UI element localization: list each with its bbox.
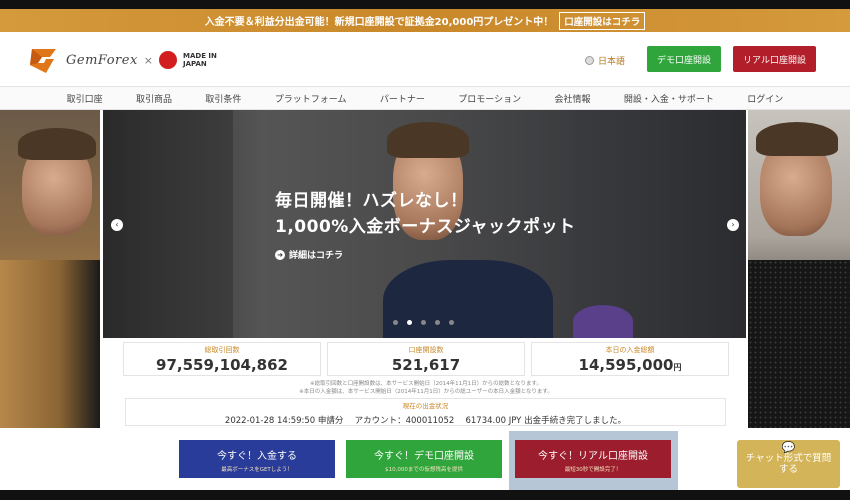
hero-person-body	[383, 260, 553, 338]
carousel-dot-1[interactable]	[393, 320, 398, 325]
withdrawal-status-title: 現在の出金状況	[402, 402, 449, 410]
chat-label-line2: する	[778, 464, 798, 475]
open-demo-now-label: 今すぐ！デモ口座開設	[374, 451, 474, 462]
hero-carousel[interactable]: 毎日開催！ハズレなし！ 1,000%入金ボーナスジャックポット ➜ 詳細はコチラ…	[103, 110, 746, 338]
chat-label-line1: チャット形式で質問	[745, 453, 832, 464]
open-real-now-button[interactable]: 今すぐ！リアル口座開設 最短30秒で開設完了！	[515, 440, 671, 478]
stats-note-2: ※本日の入金額は、本サービス開始日（2014年11月1日）からの総ユーザーの本日…	[299, 389, 553, 395]
stat-deposit-value: 14,595,000	[578, 356, 674, 374]
gemforex-logo-icon	[28, 45, 60, 75]
stat-today-deposit: 本日の入金総額 14,595,000円	[531, 342, 729, 376]
made-in-japan-label: MADE IN JAPAN	[183, 52, 217, 68]
hero-person-hair	[387, 122, 469, 158]
carousel-dots	[393, 320, 454, 325]
stats-note-1: ※総取引回数と口座開設数は、本サービス開始日（2014年11月1日）からの総数と…	[310, 381, 542, 387]
stats-row: 総取引回数 97,559,104,862 口座開設数 521,617 本日の入金…	[123, 342, 729, 376]
carousel-dot-5[interactable]	[449, 320, 454, 325]
nav-item-promotion[interactable]: プロモーション	[458, 92, 521, 105]
stat-accounts-opened: 口座開設数 521,617	[327, 342, 525, 376]
bottom-cta-bar: 今すぐ！入金する 最高ボーナスをGETしよう！ 今すぐ！デモ口座開設 $10,0…	[0, 428, 850, 490]
promo-link[interactable]: 口座開設はコチラ	[559, 11, 646, 30]
page: 入金不要＆利益分出金可能！新規口座開設で証拠金20,000円プレゼント中！ 口座…	[0, 0, 850, 500]
carousel-dot-2[interactable]	[407, 320, 412, 325]
withdrawal-status: 現在の出金状況 2022-01-28 14:59:50 申請分 アカウント：40…	[125, 398, 726, 426]
nav-item-conditions[interactable]: 取引条件	[205, 92, 241, 105]
hero-headline-1: 毎日開催！ハズレなし！	[275, 191, 468, 211]
bottom-border	[0, 490, 850, 500]
demo-account-button[interactable]: デモ口座開設	[647, 46, 721, 72]
open-real-now-label: 今すぐ！リアル口座開設	[538, 451, 648, 462]
language-selector[interactable]: 日本語	[585, 54, 625, 67]
chevron-left-icon[interactable]: ‹	[111, 219, 123, 231]
side-photo-left	[0, 110, 100, 428]
nav-item-platform[interactable]: プラットフォーム	[275, 92, 347, 105]
open-demo-now-sub: $10,000までの仮想残高を提供	[385, 467, 463, 473]
stat-deposit-unit: 円	[673, 363, 682, 372]
nav-item-login[interactable]: ログイン	[747, 92, 783, 105]
chevron-right-icon[interactable]: ›	[727, 219, 739, 231]
open-demo-now-button[interactable]: 今すぐ！デモ口座開設 $10,000までの仮想残高を提供	[346, 440, 502, 478]
stat-accounts-label: 口座開設数	[408, 346, 444, 354]
sweater-right	[748, 260, 850, 428]
globe-icon	[585, 56, 594, 65]
made-in-line1: MADE IN	[183, 52, 217, 60]
top-border	[0, 0, 850, 9]
made-in-line2: JAPAN	[183, 60, 207, 68]
nav-item-support[interactable]: 開設・入金・サポート	[624, 92, 714, 105]
stat-trades-label: 総取引回数	[204, 346, 240, 354]
stat-total-trades: 総取引回数 97,559,104,862	[123, 342, 321, 376]
site-header: GemForex × MADE IN JAPAN 日本語 デモ口座開設 リアル口…	[0, 32, 850, 86]
logo[interactable]: GemForex × MADE IN JAPAN	[28, 45, 217, 75]
hero-flowers	[573, 305, 633, 338]
main-nav: 取引口座 取引商品 取引条件 プラットフォーム パートナー プロモーション 会社…	[0, 86, 850, 110]
chat-bubble-icon: 💬	[781, 441, 796, 454]
deposit-now-sub: 最高ボーナスをGETしよう！	[221, 467, 293, 473]
open-real-now-sub: 最短30秒で開設完了！	[564, 467, 622, 473]
brand-separator: ×	[143, 53, 153, 67]
brand-name: GemForex	[66, 52, 138, 68]
hero-details-link[interactable]: ➜ 詳細はコチラ	[275, 248, 343, 261]
person-hair-left	[18, 128, 96, 160]
nav-item-company[interactable]: 会社情報	[554, 92, 590, 105]
deposit-now-button[interactable]: 今すぐ！入金する 最高ボーナスをGETしよう！	[179, 440, 335, 478]
chat-button[interactable]: 💬 チャット形式で質問 する	[737, 440, 840, 488]
jacket-left	[0, 260, 100, 428]
stat-deposit-value-wrap: 14,595,000円	[532, 356, 728, 374]
arrow-circle-icon: ➜	[275, 249, 285, 260]
japan-flag-icon	[159, 51, 177, 69]
promo-text: 入金不要＆利益分出金可能！新規口座開設で証拠金20,000円プレゼント中！	[204, 17, 554, 28]
person-hair-right	[756, 122, 838, 156]
carousel-dot-3[interactable]	[421, 320, 426, 325]
stat-deposit-label: 本日の入金総額	[605, 346, 655, 354]
language-label: 日本語	[598, 57, 626, 67]
stats-notes: ※総取引回数と口座開設数は、本サービス開始日（2014年11月1日）からの総数と…	[123, 380, 729, 396]
real-account-button[interactable]: リアル口座開設	[733, 46, 816, 72]
nav-item-partner[interactable]: パートナー	[380, 92, 425, 105]
promo-banner[interactable]: 入金不要＆利益分出金可能！新規口座開設で証拠金20,000円プレゼント中！ 口座…	[0, 9, 850, 32]
stat-accounts-value: 521,617	[391, 356, 461, 374]
hero-details-label: 詳細はコチラ	[289, 251, 344, 261]
side-photo-right	[748, 110, 850, 428]
stat-trades-value: 97,559,104,862	[156, 356, 288, 374]
withdrawal-status-text: 2022-01-28 14:59:50 申請分 アカウント：400011052 …	[224, 416, 627, 426]
carousel-dot-4[interactable]	[435, 320, 440, 325]
hero-wall	[573, 110, 746, 338]
nav-item-accounts[interactable]: 取引口座	[67, 92, 103, 105]
nav-item-products[interactable]: 取引商品	[136, 92, 172, 105]
deposit-now-label: 今すぐ！入金する	[217, 451, 297, 462]
hero-headline-2: 1,000%入金ボーナスジャックポット	[275, 217, 576, 237]
